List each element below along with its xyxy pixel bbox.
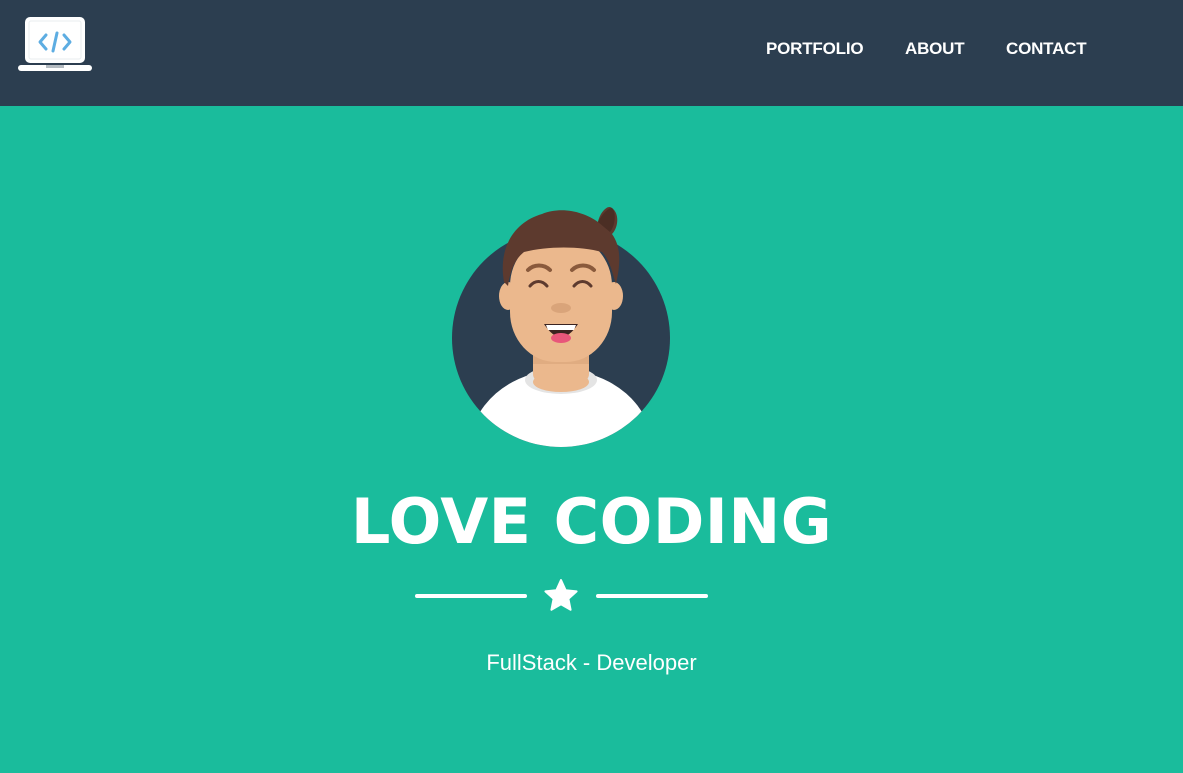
hero-subtitle: FullStack - Developer xyxy=(486,650,697,675)
star-divider xyxy=(415,578,708,618)
divider-line-right xyxy=(596,594,708,598)
nav-link-about[interactable]: ABOUT xyxy=(905,39,965,59)
nav-links: PORTFOLIO ABOUT CONTACT xyxy=(0,0,1183,100)
hero-title: LOVE CODING xyxy=(350,485,833,558)
developer-avatar-icon xyxy=(452,200,672,448)
nav-link-contact[interactable]: CONTACT xyxy=(1006,39,1087,59)
nav-link-portfolio[interactable]: PORTFOLIO xyxy=(766,39,864,59)
star-icon xyxy=(543,578,579,614)
hero-section: LOVE CODING FullStack - Developer xyxy=(0,106,1183,773)
divider-line-left xyxy=(415,594,527,598)
navbar: PORTFOLIO ABOUT CONTACT xyxy=(0,0,1183,106)
